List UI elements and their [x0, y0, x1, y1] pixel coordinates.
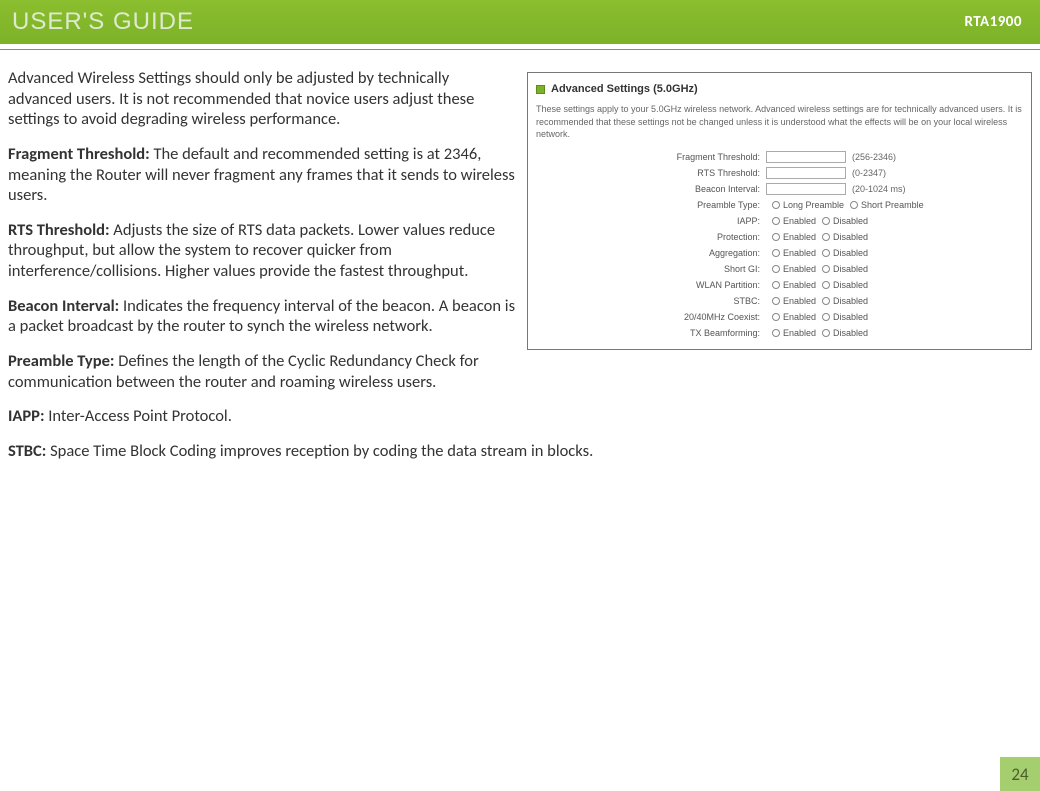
header-banner: USER'S GUIDE RTA1900 [0, 0, 1040, 44]
figure-row-label: Protection: [576, 232, 766, 242]
figure-row: Beacon Interval: (20-1024 ms) [576, 181, 1023, 197]
radio-label: Long Preamble [783, 200, 844, 210]
square-bullet-icon [536, 85, 545, 94]
figure-hint: (256-2346) [846, 152, 896, 162]
radio-icon[interactable] [822, 249, 830, 257]
radio-label: Short Preamble [861, 200, 924, 210]
radio-label: Enabled [783, 296, 816, 306]
figure-row-label: TX Beamforming: [576, 328, 766, 338]
radio-icon[interactable] [772, 313, 780, 321]
stbc-paragraph: STBC: Space Time Block Coding improves r… [8, 441, 1032, 462]
stbc-text: Space Time Block Coding improves recepti… [50, 441, 593, 461]
radio-label: Disabled [833, 264, 868, 274]
fragment-label: Fragment Threshold: [8, 144, 153, 164]
radio-label: Disabled [833, 232, 868, 242]
figure-form: Fragment Threshold: (256-2346) RTS Thresho… [536, 149, 1023, 341]
figure-row: IAPP: Enabled Disabled [576, 213, 1023, 229]
radio-icon[interactable] [822, 217, 830, 225]
advanced-settings-figure: Advanced Settings (5.0GHz) These setting… [527, 72, 1032, 350]
figure-row-label: STBC: [576, 296, 766, 306]
rts-label: RTS Threshold: [8, 220, 113, 240]
figure-heading: Advanced Settings (5.0GHz) [536, 83, 1023, 95]
figure-row-label: 20/40MHz Coexist: [576, 312, 766, 322]
radio-label: Enabled [783, 328, 816, 338]
radio-label: Enabled [783, 232, 816, 242]
figure-row: Fragment Threshold: (256-2346) [576, 149, 1023, 165]
figure-row: RTS Threshold: (0-2347) [576, 165, 1023, 181]
figure-row: TX Beamforming: Enabled Disabled [576, 325, 1023, 341]
radio-label: Enabled [783, 280, 816, 290]
figure-row-label: Fragment Threshold: [576, 152, 766, 162]
radio-label: Enabled [783, 312, 816, 322]
radio-label: Disabled [833, 248, 868, 258]
radio-icon[interactable] [822, 297, 830, 305]
figure-row-label: Short GI: [576, 264, 766, 274]
figure-input[interactable] [766, 151, 846, 163]
radio-icon[interactable] [822, 329, 830, 337]
figure-row: 20/40MHz Coexist: Enabled Disabled [576, 309, 1023, 325]
radio-icon[interactable] [772, 281, 780, 289]
guide-title: USER'S GUIDE [12, 8, 194, 36]
radio-icon[interactable] [772, 249, 780, 257]
figure-title: Advanced Settings (5.0GHz) [551, 83, 698, 95]
iapp-paragraph: IAPP: Inter-Access Point Protocol. [8, 406, 1032, 427]
figure-row: STBC: Enabled Disabled [576, 293, 1023, 309]
figure-row-label: Beacon Interval: [576, 184, 766, 194]
figure-row-label: RTS Threshold: [576, 168, 766, 178]
radio-label: Disabled [833, 328, 868, 338]
stbc-label: STBC: [8, 441, 50, 461]
radio-icon[interactable] [850, 201, 858, 209]
figure-row-label: IAPP: [576, 216, 766, 226]
radio-icon[interactable] [822, 265, 830, 273]
radio-label: Disabled [833, 280, 868, 290]
radio-icon[interactable] [772, 297, 780, 305]
iapp-text: Inter-Access Point Protocol. [48, 406, 232, 426]
figure-row-label: Preamble Type: [576, 200, 766, 210]
figure-hint: (20-1024 ms) [846, 184, 906, 194]
figure-row: Protection: Enabled Disabled [576, 229, 1023, 245]
radio-icon[interactable] [822, 281, 830, 289]
radio-icon[interactable] [772, 217, 780, 225]
figure-input[interactable] [766, 183, 846, 195]
preamble-paragraph: Preamble Type: Defines the length of the… [8, 351, 1032, 392]
preamble-label: Preamble Type: [8, 351, 118, 371]
figure-hint: (0-2347) [846, 168, 886, 178]
header-divider [0, 44, 1040, 50]
radio-label: Disabled [833, 296, 868, 306]
iapp-label: IAPP: [8, 406, 48, 426]
radio-label: Enabled [783, 248, 816, 258]
figure-row: Preamble Type: Long Preamble Short Pream… [576, 197, 1023, 213]
model-label: RTA1900 [964, 13, 1022, 31]
beacon-label: Beacon Interval: [8, 296, 123, 316]
radio-label: Enabled [783, 264, 816, 274]
figure-row: WLAN Partition: Enabled Disabled [576, 277, 1023, 293]
figure-row-label: WLAN Partition: [576, 280, 766, 290]
radio-icon[interactable] [772, 201, 780, 209]
radio-icon[interactable] [772, 233, 780, 241]
figure-row-label: Aggregation: [576, 248, 766, 258]
radio-icon[interactable] [772, 265, 780, 273]
radio-label: Disabled [833, 216, 868, 226]
figure-description: These settings apply to your 5.0GHz wire… [536, 103, 1023, 141]
radio-icon[interactable] [822, 233, 830, 241]
page-content: Advanced Settings (5.0GHz) These setting… [0, 54, 1040, 461]
radio-icon[interactable] [772, 329, 780, 337]
radio-label: Enabled [783, 216, 816, 226]
page-number: 24 [1000, 757, 1040, 791]
figure-row: Aggregation: Enabled Disabled [576, 245, 1023, 261]
figure-input[interactable] [766, 167, 846, 179]
radio-label: Disabled [833, 312, 868, 322]
figure-row: Short GI: Enabled Disabled [576, 261, 1023, 277]
radio-icon[interactable] [822, 313, 830, 321]
